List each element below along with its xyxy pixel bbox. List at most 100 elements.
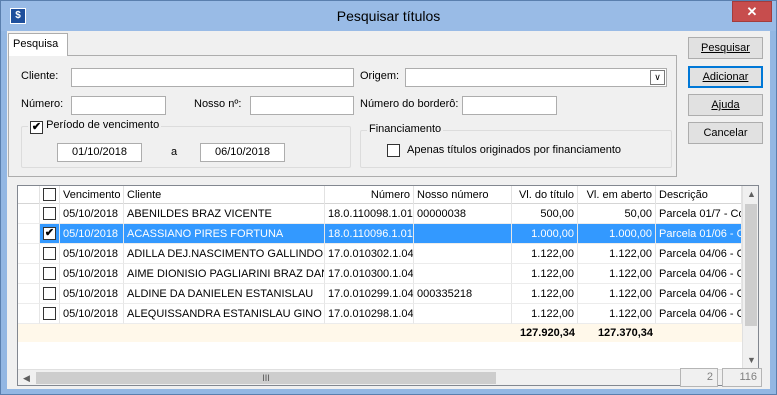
vertical-scrollbar[interactable]: ▲ ▼ [742,186,758,369]
table-row[interactable]: 05/10/2018 ADILLA DEJ.NASCIMENTO GALLINDO… [18,244,742,264]
chevron-down-icon[interactable]: ∨ [650,70,665,85]
cell-cliente: ALEQUISSANDRA ESTANISLAU GINO [124,304,325,324]
table-row[interactable]: 05/10/2018 ALDINE DA DANIELEN ESTANISLAU 1… [18,284,742,304]
cell-vl-titulo: 1.122,00 [512,244,578,264]
cell-vl-titulo: 1.122,00 [512,304,578,324]
row-checkbox-cell[interactable]: ✔ [40,224,60,244]
cell-vl-aberto: 1.122,00 [578,284,656,304]
cell-vl-aberto: 1.122,00 [578,304,656,324]
row-checkbox-cell[interactable] [40,264,60,284]
periodo-group: ✔ Período de vencimento 01/10/2018 a 06/… [21,119,351,168]
cell-cliente: ALDINE DA DANIELEN ESTANISLAU [124,284,325,304]
scroll-down-icon[interactable]: ▼ [743,352,758,369]
close-button[interactable]: ✕ [732,1,772,22]
cliente-label: Cliente: [21,70,59,82]
col-vencimento[interactable]: Vencimento [60,186,124,204]
total-vl-aberto: 127.370,34 [597,327,653,339]
financiamento-legend: Financiamento [367,123,444,135]
header-select-all[interactable] [40,186,60,204]
row-checkbox-cell[interactable] [40,244,60,264]
row-checkbox[interactable] [43,307,56,320]
table-row[interactable]: ✔ 05/10/2018 ACASSIANO PIRES FORTUNA 18.0.1… [18,224,742,244]
col-numero[interactable]: Número [325,186,414,204]
bordero-input[interactable] [462,96,557,115]
cell-vencimento: 05/10/2018 [60,244,124,264]
table-row[interactable]: 05/10/2018 AIME DIONISIO PAGLIARINI BRAZ … [18,264,742,284]
adicionar-button-label: Adicionar [702,71,749,83]
vertical-scroll-thumb[interactable] [745,204,757,326]
origem-select[interactable]: ∨ [405,68,667,87]
periodo-checkbox[interactable]: ✔ [30,121,43,134]
cell-vl-titulo: 1.122,00 [512,264,578,284]
row-indicator [18,264,40,284]
row-checkbox[interactable] [43,287,56,300]
cell-cliente: ADILLA DEJ.NASCIMENTO GALLINDO DA [124,244,325,264]
cell-descricao: Parcela 04/06 - Co [656,304,742,324]
search-panel: Cliente: Origem: ∨ Número: Nosso nº: Núm… [8,55,677,177]
cancelar-button[interactable]: Cancelar [688,122,763,144]
row-checkbox[interactable] [43,207,56,220]
adicionar-button[interactable]: Adicionar [688,66,763,88]
col-nosso-numero[interactable]: Nosso número [414,186,512,204]
pesquisar-button[interactable]: Pesquisar [688,37,763,59]
col-vl-titulo[interactable]: Vl. do título [512,186,578,204]
title-bar: $ Pesquisar títulos ✕ [1,1,776,31]
scroll-up-icon[interactable]: ▲ [743,186,758,203]
cell-numero: 17.0.010298.1.04 [325,304,414,324]
cell-nosso-numero: 000335218 [414,284,512,304]
row-indicator [18,204,40,224]
cell-descricao: Parcela 04/06 - Co [656,264,742,284]
pesquisar-button-label: Pesquisar [701,42,750,54]
cell-nosso-numero [414,264,512,284]
ajuda-button[interactable]: Ajuda [688,94,763,116]
cell-vencimento: 05/10/2018 [60,224,124,244]
col-cliente[interactable]: Cliente [124,186,325,204]
cell-vencimento: 05/10/2018 [60,284,124,304]
nosso-numero-label: Nosso nº: [194,98,242,110]
select-all-checkbox[interactable] [43,188,56,201]
cell-nosso-numero: 00000038 [414,204,512,224]
row-checkbox[interactable] [43,267,56,280]
cell-nosso-numero [414,304,512,324]
horizontal-scrollbar[interactable]: ◀ III ▶ [18,369,742,385]
ajuda-button-label: Ajuda [711,99,740,111]
data-separator: a [171,146,178,158]
periodo-legend: ✔ Período de vencimento [28,119,162,134]
row-checkbox-cell[interactable] [40,284,60,304]
row-indicator [18,244,40,264]
table-row[interactable]: 05/10/2018 ALEQUISSANDRA ESTANISLAU GINO 1… [18,304,742,324]
row-checkbox[interactable]: ✔ [43,227,56,240]
total-vl-titulo: 127.920,34 [519,327,575,339]
grid-header: Vencimento Cliente Número Nosso número V… [18,186,742,204]
horizontal-scroll-thumb[interactable]: III [36,372,496,384]
data-inicio-input[interactable]: 01/10/2018 [57,143,142,162]
row-indicator [18,224,40,244]
periodo-label: Período de vencimento [46,119,160,131]
cell-descricao: Parcela 04/06 - Co [656,284,742,304]
row-indicator [18,284,40,304]
row-checkbox-cell[interactable] [40,204,60,224]
financiamento-checkbox-label: Apenas títulos originados por financiame… [407,144,622,156]
cell-vl-aberto: 1.122,00 [578,244,656,264]
nosso-numero-input[interactable] [250,96,354,115]
scroll-left-icon[interactable]: ◀ [18,370,35,385]
cell-numero: 18.0.110098.1.01 [325,204,414,224]
selected-count: 2 [680,368,718,387]
row-checkbox-cell[interactable] [40,304,60,324]
results-grid: Vencimento Cliente Número Nosso número V… [17,185,759,386]
data-fim-input[interactable]: 06/10/2018 [200,143,285,162]
col-descricao[interactable]: Descrição [656,186,742,204]
cell-vencimento: 05/10/2018 [60,304,124,324]
cell-nosso-numero [414,244,512,264]
col-vl-aberto[interactable]: Vl. em aberto [578,186,656,204]
cell-descricao: Parcela 01/06 - Co [656,224,742,244]
numero-input[interactable] [71,96,166,115]
cell-vl-titulo: 1.122,00 [512,284,578,304]
row-checkbox[interactable] [43,247,56,260]
table-row[interactable]: 05/10/2018 ABENILDES BRAZ VICENTE 18.0.110… [18,204,742,224]
tab-pesquisa[interactable]: Pesquisa [8,33,68,56]
cell-vl-aberto: 50,00 [578,204,656,224]
financiamento-checkbox[interactable] [387,144,400,157]
window-title: Pesquisar títulos [336,8,441,24]
cliente-input[interactable] [71,68,354,87]
